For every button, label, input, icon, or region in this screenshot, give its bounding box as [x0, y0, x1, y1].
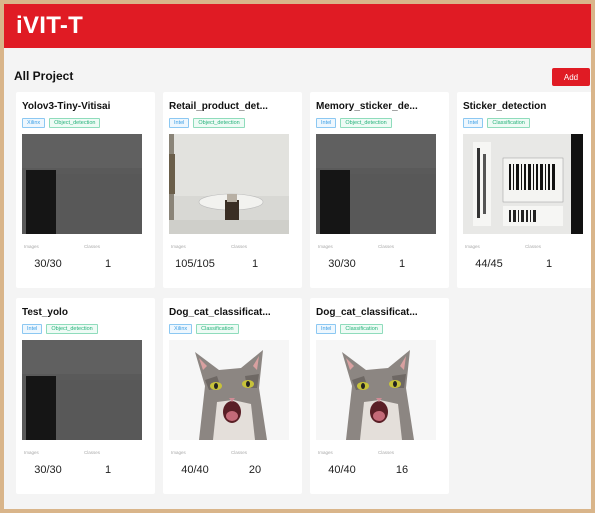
project-thumbnail [316, 340, 436, 440]
images-label: Images [318, 450, 333, 455]
platform-tag: Xilinx [22, 118, 46, 128]
app-frame: iVIT-T All Project Add Yolov3-Tiny-Vitis… [4, 4, 591, 509]
images-label: Images [171, 244, 186, 249]
dark-scene-image [22, 340, 142, 440]
images-label: Images [318, 244, 333, 249]
cat-photo-image [169, 340, 289, 440]
images-label: Images [465, 244, 480, 249]
classes-label: Classes [84, 244, 101, 249]
platform-tag: Xilinx [169, 324, 193, 334]
dark-scene-image [316, 134, 436, 234]
project-card[interactable]: Retail_product_det... Intel Object_detec… [163, 92, 302, 288]
classes-label: Classes [378, 244, 395, 249]
project-card[interactable]: Test_yolo Intel Object_detection Images … [16, 298, 155, 494]
cat-photo-image [316, 340, 436, 440]
project-name: Test_yolo [22, 307, 68, 318]
classes-label: Classes [84, 450, 101, 455]
platform-tag: Intel [463, 118, 484, 128]
classes-count: 16 [395, 464, 409, 476]
project-thumbnail [22, 134, 142, 234]
page-toolbar: All Project Add [4, 48, 591, 88]
images-count: 30/30 [34, 258, 62, 270]
images-count: 30/30 [328, 258, 356, 270]
turntable-scene-image [169, 134, 289, 234]
images-count: 40/40 [181, 464, 209, 476]
project-name: Yolov3-Tiny-Vitisai [22, 101, 111, 112]
task-tag: Object_detection [46, 324, 98, 334]
images-count: 30/30 [34, 464, 62, 476]
classes-count: 1 [104, 464, 112, 476]
classes-count: 1 [251, 258, 259, 270]
project-name: Sticker_detection [463, 101, 547, 112]
project-name: Dog_cat_classificat... [169, 307, 271, 318]
project-tags: Intel Classification [463, 118, 530, 128]
project-grid: Yolov3-Tiny-Vitisai Xilinx Object_detect… [16, 92, 591, 494]
classes-count: 20 [248, 464, 262, 476]
project-name: Memory_sticker_de... [316, 101, 418, 112]
project-card[interactable]: Dog_cat_classificat... Intel Classificat… [310, 298, 449, 494]
project-card[interactable]: Sticker_detection Intel Classification I… [457, 92, 591, 288]
project-tags: Intel Object_detection [169, 118, 245, 128]
classes-label: Classes [525, 244, 542, 249]
images-label: Images [171, 450, 186, 455]
classes-count: 1 [545, 258, 553, 270]
project-tags: Xilinx Object_detection [22, 118, 101, 128]
images-count: 105/105 [175, 258, 215, 270]
classes-count: 1 [398, 258, 406, 270]
app-header: iVIT-T [4, 4, 591, 48]
images-label: Images [24, 450, 39, 455]
classes-label: Classes [231, 244, 248, 249]
project-card[interactable]: Yolov3-Tiny-Vitisai Xilinx Object_detect… [16, 92, 155, 288]
task-tag: Object_detection [340, 118, 392, 128]
project-card[interactable]: Memory_sticker_de... Intel Object_detect… [310, 92, 449, 288]
classes-label: Classes [231, 450, 248, 455]
project-thumbnail [169, 134, 289, 234]
project-tags: Intel Classification [316, 324, 383, 334]
project-name: Dog_cat_classificat... [316, 307, 418, 318]
barcode-sticker-image [463, 134, 583, 234]
platform-tag: Intel [316, 118, 337, 128]
page-title: All Project [14, 69, 74, 83]
brand-logo[interactable]: iVIT-T [16, 12, 83, 40]
images-count: 40/40 [328, 464, 356, 476]
classes-count: 1 [104, 258, 112, 270]
platform-tag: Intel [22, 324, 43, 334]
images-label: Images [24, 244, 39, 249]
project-tags: Intel Object_detection [316, 118, 392, 128]
project-thumbnail [22, 340, 142, 440]
dark-scene-image [22, 134, 142, 234]
project-thumbnail [463, 134, 583, 234]
platform-tag: Intel [316, 324, 337, 334]
platform-tag: Intel [169, 118, 190, 128]
images-count: 44/45 [475, 258, 503, 270]
task-tag: Object_detection [49, 118, 101, 128]
project-card[interactable]: Dog_cat_classificat... Xilinx Classifica… [163, 298, 302, 494]
project-tags: Intel Object_detection [22, 324, 98, 334]
task-tag: Classification [196, 324, 239, 334]
project-tags: Xilinx Classification [169, 324, 239, 334]
task-tag: Object_detection [193, 118, 245, 128]
add-project-button[interactable]: Add [552, 68, 590, 86]
classes-label: Classes [378, 450, 395, 455]
project-name: Retail_product_det... [169, 101, 268, 112]
task-tag: Classification [340, 324, 383, 334]
project-thumbnail [169, 340, 289, 440]
task-tag: Classification [487, 118, 530, 128]
project-thumbnail [316, 134, 436, 234]
